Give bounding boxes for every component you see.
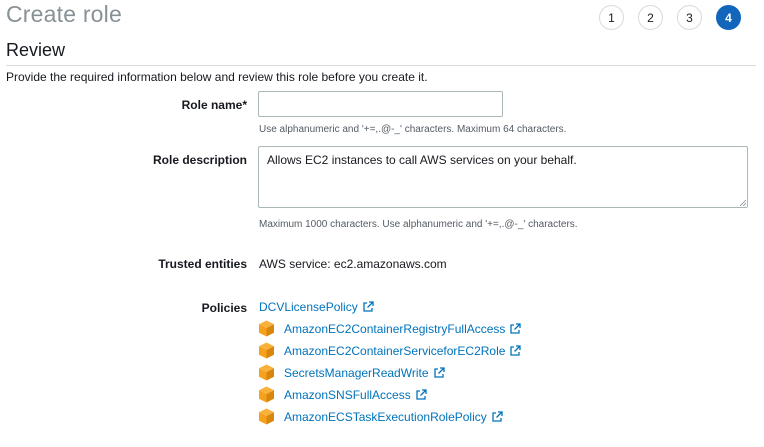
external-link-icon[interactable]	[362, 301, 374, 313]
external-link-icon[interactable]	[433, 366, 445, 379]
policy-item: AmazonEC2ContainerRegistryFullAccess	[258, 320, 522, 337]
page-title: Create role	[6, 1, 122, 27]
policy-item: AmazonSNSFullAccess	[258, 386, 427, 403]
wizard-steps: 1 2 3 4	[599, 5, 741, 30]
role-name-input[interactable]	[258, 91, 503, 117]
policy-link-amazonecstaskexecutionrolepolicy[interactable]: AmazonECSTaskExecutionRolePolicy	[284, 410, 487, 424]
intro-text: Provide the required information below a…	[6, 70, 428, 84]
policy-link-amazonec2containerserviceforec2role[interactable]: AmazonEC2ContainerServiceforEC2Role	[284, 344, 505, 358]
step-1-button[interactable]: 1	[599, 5, 624, 30]
policy-link-dcvlicensepolicy[interactable]: DCVLicensePolicy	[259, 300, 358, 314]
step-2-button[interactable]: 2	[638, 5, 663, 30]
policy-item: AmazonEC2ContainerServiceforEC2Role	[258, 342, 522, 359]
external-link-icon[interactable]	[509, 322, 522, 335]
policies-label: Policies	[201, 301, 247, 315]
divider	[6, 65, 756, 66]
aws-managed-policy-cube-icon	[258, 364, 275, 381]
trusted-entities-label: Trusted entities	[158, 257, 247, 271]
policy-item: AmazonECSTaskExecutionRolePolicy	[258, 408, 503, 425]
role-description-input[interactable]: Allows EC2 instances to call AWS service…	[258, 146, 748, 208]
step-4-button[interactable]: 4	[716, 5, 741, 30]
policy-item: SecretsManagerReadWrite	[258, 364, 445, 381]
aws-managed-policy-cube-icon	[258, 320, 275, 337]
trusted-entities-value: AWS service: ec2.amazonaws.com	[259, 257, 447, 271]
aws-managed-policy-cube-icon	[258, 342, 275, 359]
aws-managed-policy-cube-icon	[258, 408, 275, 425]
aws-managed-policy-cube-icon	[258, 386, 275, 403]
role-description-label: Role description	[152, 153, 247, 167]
external-link-icon[interactable]	[415, 388, 427, 401]
resize-grip-icon[interactable]	[740, 200, 746, 206]
role-name-label: Role name*	[181, 98, 247, 112]
role-description-hint: Maximum 1000 characters. Use alphanumeri…	[259, 219, 578, 230]
policy-link-amazonsnsfullaccess[interactable]: AmazonSNSFullAccess	[284, 388, 411, 402]
external-link-icon[interactable]	[491, 410, 503, 423]
external-link-icon[interactable]	[509, 344, 522, 357]
policy-item: DCVLicensePolicy	[259, 300, 374, 314]
step-3-button[interactable]: 3	[677, 5, 702, 30]
section-title: Review	[6, 40, 66, 60]
policy-link-secretsmanagerreadwrite[interactable]: SecretsManagerReadWrite	[284, 366, 429, 380]
role-name-hint: Use alphanumeric and '+=,.@-_' character…	[259, 124, 567, 135]
policy-link-amazonec2containerregistryfullaccess[interactable]: AmazonEC2ContainerRegistryFullAccess	[284, 322, 505, 336]
